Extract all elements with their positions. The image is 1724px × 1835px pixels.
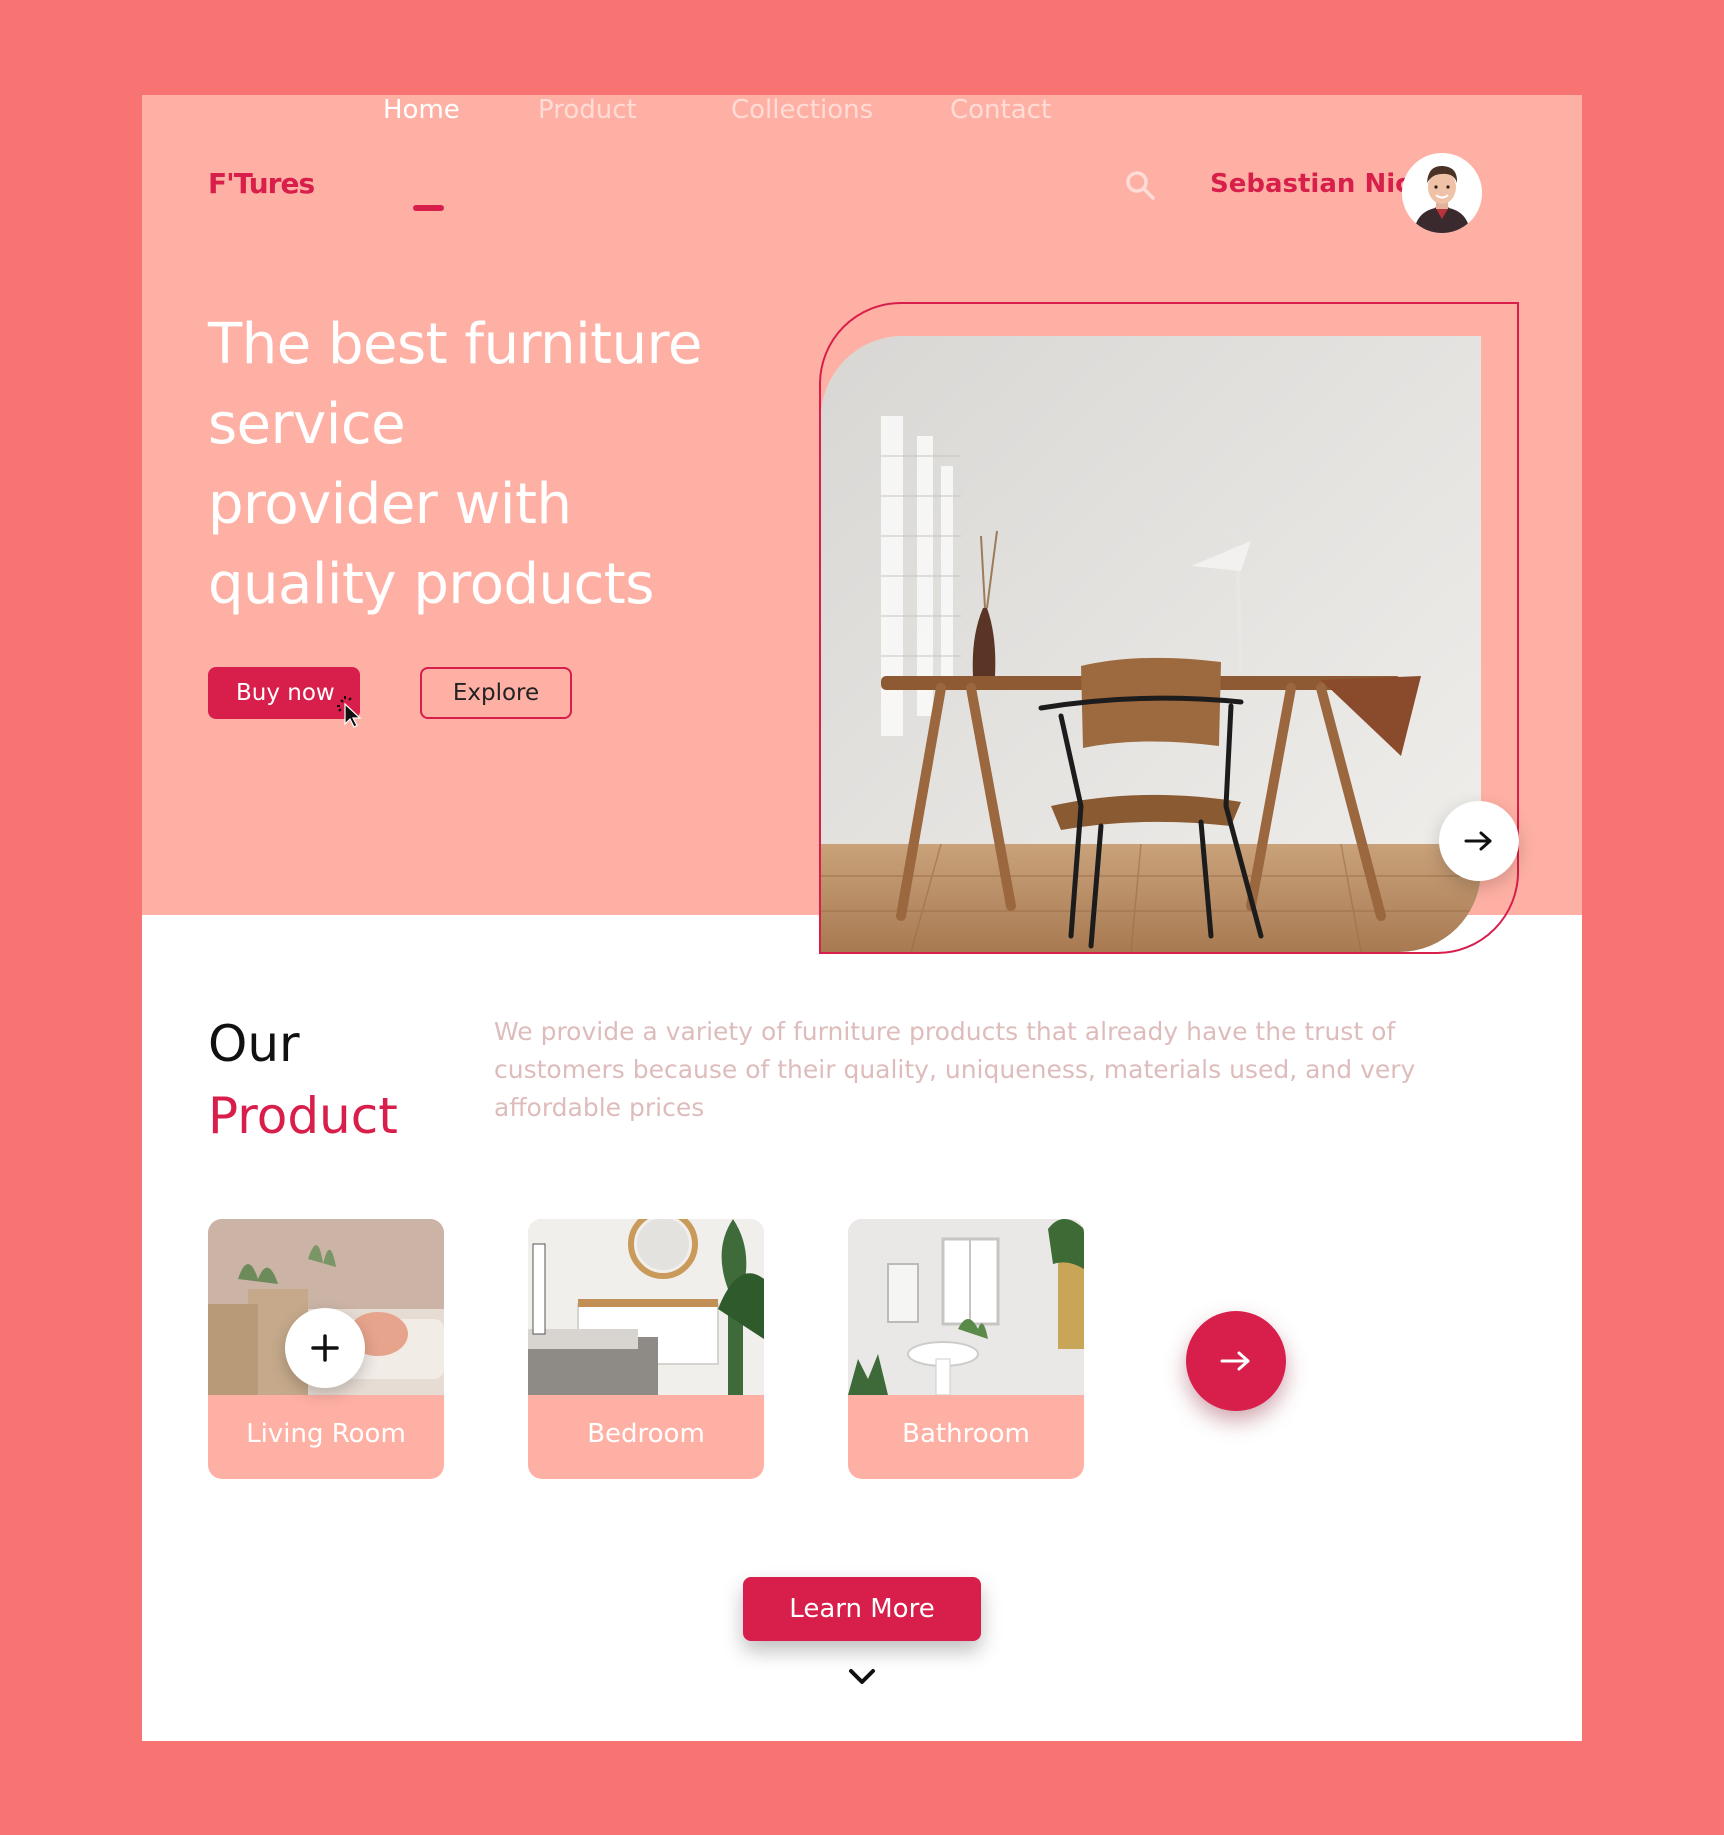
landing-page: F'Tures Home Product Collections Contact… (142, 95, 1582, 1741)
brand-logo[interactable]: F'Tures (208, 167, 315, 200)
hero-title-line: quality products (208, 552, 654, 617)
learn-more-button[interactable]: Learn More (743, 1577, 981, 1641)
hero-title-line: provider with (208, 472, 572, 537)
nav-active-indicator (413, 205, 444, 211)
nav-product[interactable]: Product (538, 95, 637, 125)
nav-home[interactable]: Home (383, 95, 460, 125)
category-label: Bathroom (902, 1419, 1030, 1449)
user-name[interactable]: Sebastian Nic (1210, 169, 1411, 199)
chevron-down-icon[interactable] (848, 1667, 876, 1687)
search-icon[interactable] (1124, 169, 1156, 201)
avatar[interactable] (1402, 153, 1482, 233)
plus-icon (311, 1334, 339, 1362)
category-label: Bedroom (587, 1419, 705, 1449)
category-card-bathroom[interactable]: Bathroom (848, 1219, 1084, 1479)
hero-title-line: The best furniture (208, 312, 702, 377)
bedroom-image (528, 1219, 764, 1395)
arrow-right-icon (1464, 831, 1492, 851)
hero-image (821, 336, 1481, 952)
add-category-button[interactable] (285, 1308, 365, 1388)
categories-next-button[interactable] (1186, 1311, 1286, 1411)
nav-collections[interactable]: Collections (731, 95, 873, 125)
category-card-bedroom[interactable]: Bedroom (528, 1219, 764, 1479)
section-description: We provide a variety of furniture produc… (494, 1017, 1416, 1122)
desk-chair-illustration (821, 336, 1481, 952)
hero-next-button[interactable] (1439, 801, 1519, 881)
category-label: Living Room (246, 1419, 406, 1449)
section-heading-product: Product (208, 1087, 398, 1145)
nav-contact[interactable]: Contact (950, 95, 1051, 125)
section-heading-our: Our (208, 1015, 300, 1073)
explore-button[interactable]: Explore (420, 667, 572, 719)
hero-title-line: service (208, 392, 406, 457)
arrow-right-icon (1220, 1351, 1250, 1371)
hero-title: The best furniture service provider with… (208, 305, 768, 625)
avatar-portrait (1402, 153, 1482, 233)
cursor-click-icon (337, 696, 362, 728)
bathroom-image (848, 1219, 1084, 1395)
